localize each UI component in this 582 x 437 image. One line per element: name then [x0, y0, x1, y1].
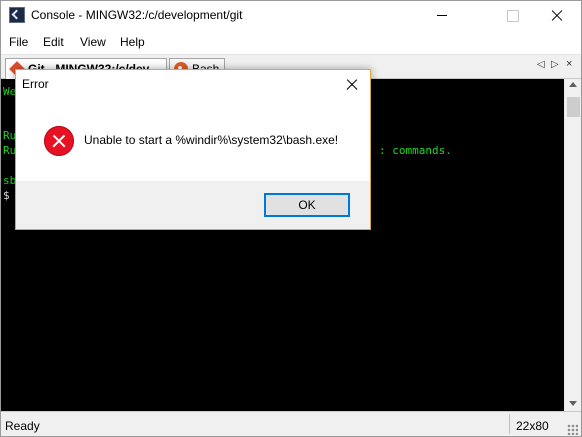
tab-close-icon[interactable]: ×: [566, 58, 572, 70]
scroll-down-icon[interactable]: [569, 401, 577, 406]
status-bar: Ready 22x80: [1, 411, 581, 436]
dialog-body: Unable to start a %windir%\system32\bash…: [16, 100, 370, 181]
status-divider: [509, 414, 510, 434]
dialog-title: Error: [22, 77, 49, 91]
maximize-button[interactable]: [489, 1, 535, 30]
resize-grip-icon[interactable]: [567, 424, 578, 435]
console-app-icon[interactable]: [9, 7, 25, 23]
error-dialog: Error Unable to start a %windir%\system3…: [15, 69, 371, 230]
menu-bar: File Edit View Help: [1, 30, 581, 55]
minimize-button[interactable]: [419, 1, 465, 30]
close-button[interactable]: [533, 1, 579, 30]
menu-help[interactable]: Help: [120, 35, 145, 49]
status-text: Ready: [5, 419, 40, 433]
scrollbar-thumb[interactable]: [567, 97, 580, 117]
menu-view[interactable]: View: [80, 35, 106, 49]
scroll-up-icon[interactable]: [569, 82, 577, 87]
console-window: Console - MINGW32:/c/development/git Fil…: [0, 0, 582, 437]
tab-scroll-right-icon[interactable]: ▷: [551, 59, 559, 70]
tab-scroll-left-icon[interactable]: ◁: [537, 59, 545, 70]
dialog-close-icon[interactable]: [344, 77, 360, 93]
window-title: Console - MINGW32:/c/development/git: [31, 8, 243, 22]
menu-file[interactable]: File: [9, 35, 28, 49]
console-size: 22x80: [516, 419, 549, 433]
ok-button[interactable]: OK: [264, 193, 350, 217]
vertical-scrollbar[interactable]: [564, 79, 581, 411]
error-message: Unable to start a %windir%\system32\bash…: [84, 133, 339, 147]
console-line-tail: : commands.: [379, 144, 452, 157]
dialog-footer: OK: [16, 181, 370, 229]
title-bar[interactable]: Console - MINGW32:/c/development/git: [1, 1, 581, 30]
menu-edit[interactable]: Edit: [43, 35, 64, 49]
error-icon: [44, 126, 74, 156]
